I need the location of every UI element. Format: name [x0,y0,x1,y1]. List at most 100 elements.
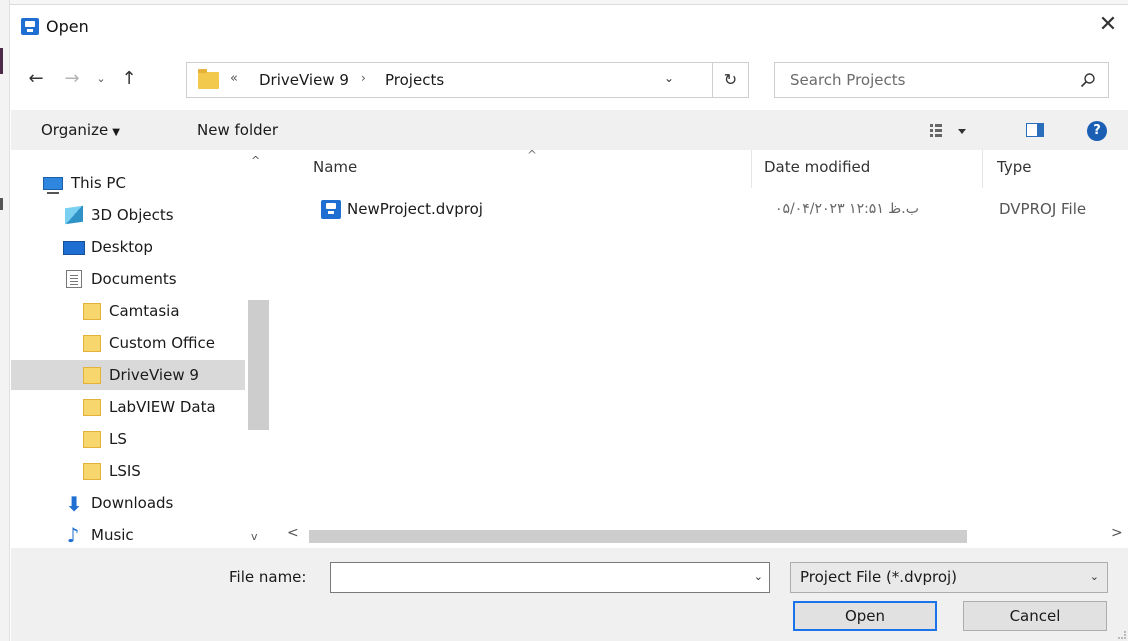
address-dropdown-icon[interactable]: ⌄ [664,71,674,85]
dialog-title: Open [46,17,89,36]
column-header-type[interactable]: Type [997,158,1031,176]
folder-icon [83,431,101,448]
file-list: ^ Name Date modified Type NewProject.dvp… [279,150,1128,548]
dialog-footer: File name: ⌄ Project File (*.dvproj) ⌄ O… [11,548,1128,641]
refresh-button[interactable]: ↻ [713,62,749,98]
sidebar-item-label: Desktop [91,238,153,256]
new-folder-button[interactable]: New folder [197,121,278,139]
save-disk-icon [21,18,39,35]
command-bar: Organize ▼ New folder ? [11,110,1128,150]
up-button[interactable]: ↑ [115,62,143,96]
computer-icon [43,177,63,194]
horizontal-scrollbar[interactable]: < > [279,523,1128,548]
music-icon: ♪ [66,523,80,547]
file-type-select[interactable]: Project File (*.dvproj) ⌄ [790,562,1108,593]
scroll-up-icon[interactable]: ^ [251,154,260,167]
caret-down-icon: ▼ [112,127,120,138]
background-window-mark [0,198,3,210]
sidebar-item-this-pc[interactable]: This PC [11,168,245,198]
sidebar-item-label: LS [109,430,127,448]
desktop-icon [63,241,85,255]
scroll-left-icon[interactable]: < [287,525,299,541]
sidebar-item-label: This PC [71,174,126,192]
file-type-filter-value: Project File (*.dvproj) [800,568,958,586]
address-bar[interactable]: « DriveView 9 › Projects ⌄ [186,62,713,98]
sidebar-item-label: DriveView 9 [109,366,199,384]
sidebar-item-label: Documents [91,270,177,288]
download-icon: ⬇ [65,492,83,516]
help-icon[interactable]: ? [1087,121,1107,141]
column-header-name[interactable]: Name [313,158,357,176]
file-row[interactable]: NewProject.dvproj ۰۵/۰۴/۲۰۲۳ ب.ظ ۱۲:۵۱ D… [279,194,1128,224]
file-type: DVPROJ File [999,200,1087,218]
scroll-down-icon[interactable]: v [251,530,258,543]
folder-icon [83,303,101,320]
sidebar-item-ls[interactable]: LS [11,424,245,454]
background-window-top [10,0,1128,5]
file-name-label: File name: [229,568,307,586]
organize-label: Organize [41,121,109,139]
sidebar-item-music[interactable]: ♪ Music [11,520,245,548]
scrollbar-thumb[interactable] [248,300,269,430]
sidebar-item-label: Custom Office [109,334,216,352]
sidebar-item-labview-data[interactable]: LabVIEW Data [11,392,245,422]
preview-pane-icon[interactable] [1026,123,1044,137]
file-name-input[interactable] [331,563,731,592]
folder-icon [198,69,219,89]
sidebar-item-driveview-9[interactable]: DriveView 9 [11,360,245,390]
folder-icon [83,367,101,384]
forward-button[interactable]: → [58,62,86,96]
column-divider[interactable] [982,150,983,188]
scrollbar-thumb[interactable] [309,530,967,543]
folder-icon [83,463,101,480]
file-date-modified: ۰۵/۰۴/۲۰۲۳ ب.ظ ۱۲:۵۱ [775,201,919,217]
breadcrumb-driveview[interactable]: DriveView 9 [259,71,349,89]
title-bar[interactable]: Open ✕ [11,6,1128,46]
background-window-edge [0,0,10,641]
sidebar-item-3d-objects[interactable]: 3D Objects [11,200,245,230]
search-icon[interactable] [1080,72,1096,88]
resize-grip[interactable] [1118,631,1126,639]
navigation-bar: ← → ⌄ ↑ « DriveView 9 › Projects ⌄ ↻ Sea… [11,58,1128,100]
sidebar-item-label: 3D Objects [91,206,174,224]
sidebar-item-label: LabVIEW Data [109,398,216,416]
sidebar-item-documents[interactable]: Documents [11,264,245,294]
open-dialog: Open ✕ ← → ⌄ ↑ « DriveView 9 › Projects … [11,6,1128,641]
column-divider[interactable] [751,150,752,188]
folder-icon [83,399,101,416]
sidebar-item-lsis[interactable]: LSIS [11,456,245,486]
search-input[interactable]: Search Projects [774,62,1109,98]
sidebar-item-camtasia[interactable]: Camtasia [11,296,245,326]
breadcrumb-projects[interactable]: Projects [385,71,444,89]
address-overflow-chevron[interactable]: « [230,71,238,86]
chevron-down-icon[interactable]: ⌄ [1090,570,1099,583]
3d-objects-icon [65,205,83,225]
navigation-pane: This PC 3D Objects Desktop Documents Cam… [11,150,276,548]
file-name-combobox[interactable]: ⌄ [330,562,770,593]
recent-locations-button[interactable]: ⌄ [91,62,111,96]
sidebar-item-custom-office[interactable]: Custom Office [11,328,245,358]
sidebar-item-downloads[interactable]: ⬇ Downloads [11,488,245,518]
back-button[interactable]: ← [21,62,51,96]
dvproj-file-icon [321,200,341,219]
sidebar-item-label: Music [91,526,134,544]
close-button[interactable]: ✕ [1088,10,1128,40]
sidebar-item-label: Downloads [91,494,174,512]
sidebar-item-desktop[interactable]: Desktop [11,232,245,262]
chevron-down-icon[interactable]: ⌄ [754,570,763,583]
sidebar-item-label: LSIS [109,462,141,480]
file-name: NewProject.dvproj [347,200,483,218]
breadcrumb-separator-icon[interactable]: › [361,71,366,85]
sort-ascending-icon: ^ [527,150,538,162]
folder-icon [83,335,101,352]
open-button[interactable]: Open [793,601,937,631]
cancel-button[interactable]: Cancel [963,601,1107,631]
documents-icon [66,270,82,288]
organize-button[interactable]: Organize ▼ [41,121,120,139]
scroll-right-icon[interactable]: > [1111,525,1123,541]
column-header-date-modified[interactable]: Date modified [764,158,870,176]
search-placeholder: Search Projects [790,71,906,89]
navigation-pane-scrollbar[interactable]: ^ v [245,150,271,548]
change-view-icon[interactable] [929,122,971,140]
sidebar-item-label: Camtasia [109,302,180,320]
